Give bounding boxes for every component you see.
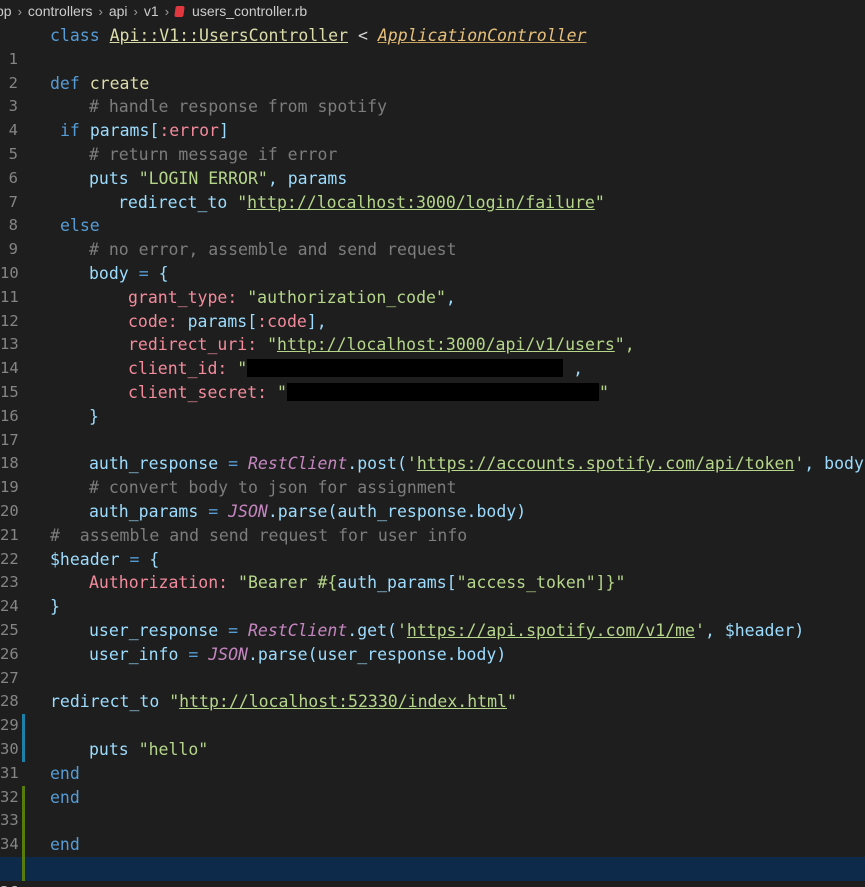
line-code: # return message if error [89,145,338,164]
line-code: grant_type: "authorization_code", [128,287,456,307]
ruby-file-icon [174,6,185,17]
code-line[interactable]: 33 end [0,785,865,829]
code-line[interactable]: 16 client_secret: " " [0,381,865,425]
code-line[interactable]: 13 code: params[:code], [0,310,865,354]
gutter-modified-marker[interactable] [22,738,25,762]
line-code: } [50,597,60,617]
line-code: puts "hello" [89,740,209,759]
line-code: class Api::V1::UsersController < Applica… [50,26,587,45]
gutter-modified-marker[interactable] [22,714,25,738]
line-code: def create [50,73,150,93]
code-line[interactable]: 18 [0,429,865,472]
line-code: end [50,835,80,855]
code-line[interactable]: 6 # return message if error [0,143,865,187]
line-code: # assemble and send request for user inf… [50,525,468,545]
line-code: client_secret: " " [128,383,609,402]
chevron-right-icon: › [133,4,138,19]
line-code: user_info = JSON.parse(user_response.bod… [89,644,507,664]
line-code: redirect_to "http://localhost:3000/login… [118,192,605,212]
chevron-right-icon: › [164,4,170,19]
code-line[interactable]: 8 redirect_to "http://localhost:3000/log… [0,191,865,235]
code-line[interactable]: 31 puts "hello" [0,738,865,782]
code-editor[interactable]: 1 class Api::V1::UsersController < Appli… [0,24,865,887]
code-line[interactable]: 23 $header = { [0,548,865,592]
gutter-added-marker[interactable] [22,785,25,810]
line-code: redirect_uri: "http://localhost:3000/api… [128,335,635,355]
line-code: $header = { [50,549,160,569]
gutter-added-marker[interactable] [22,833,25,857]
breadcrumb-file[interactable]: users_controller.rb [192,0,307,22]
line-code: } [89,406,99,426]
code-line[interactable]: 4 # handle response from spotify [0,95,865,139]
code-line[interactable]: 26 user_response = RestClient.get('https… [0,619,865,663]
code-line[interactable]: 24 Authorization: "Bearer #{auth_params[… [0,571,865,615]
code-line[interactable]: 2 [0,48,865,92]
code-line[interactable]: 11 body = { [0,262,865,306]
breadcrumb-item-v1[interactable]: v1 [144,0,159,22]
redacted-block [286,383,599,401]
code-line[interactable]: 14 redirect_uri: "http://localhost:3000/… [0,333,865,377]
code-line-active[interactable]: 36 [0,857,865,887]
code-line[interactable]: 12 grant_type: "authorization_code", [0,286,865,330]
code-line[interactable]: 21 auth_params = JSON.parse(auth_respons… [0,500,865,544]
code-line[interactable]: 25 } [0,595,865,639]
breadcrumb-item-controllers[interactable]: controllers [28,0,93,22]
code-line[interactable]: 17 } [0,405,865,449]
code-line[interactable]: 34 [0,809,865,853]
line-code: Authorization: "Bearer #{auth_params["ac… [89,573,626,593]
line-code: body = { [89,264,169,283]
code-line[interactable]: 15 client_id: " , [0,357,865,401]
line-code: redirect_to "http://localhost:52330/inde… [50,692,517,712]
code-line[interactable]: 29 redirect_to "http://localhost:52330/i… [0,690,865,734]
line-code: # convert body to json for assignment [89,478,457,498]
breadcrumb-item-api[interactable]: api [109,0,128,22]
line-code: auth_params = JSON.parse(auth_response.b… [89,502,527,521]
chevron-right-icon: › [17,4,22,19]
code-line[interactable]: 10 # no error, assemble and send request [0,238,865,282]
breadcrumb-item-app[interactable]: pp [0,0,12,22]
code-line[interactable]: 20 # convert body to json for assignment [0,476,865,520]
redacted-block [247,359,564,378]
line-number: 36 [0,881,19,887]
line-code: end [50,763,80,783]
code-line[interactable]: 28 [0,667,865,710]
code-line[interactable]: 5 if params[:error] [0,119,865,163]
chevron-right-icon: › [98,4,103,19]
line-code: # handle response from spotify [89,97,388,117]
code-line[interactable]: 9 else [0,214,865,258]
code-line[interactable]: 27 user_info = JSON.parse(user_response.… [0,643,865,687]
code-line[interactable]: 32 end [0,762,865,806]
code-line[interactable]: 35 end [0,833,865,877]
code-line[interactable]: 22 # assemble and send request for user … [0,524,865,568]
gutter-added-marker[interactable] [22,809,25,834]
line-code: auth_response = RestClient.post('https:/… [89,454,865,474]
code-line[interactable]: 1 class Api::V1::UsersController < Appli… [0,24,865,68]
line-code: end [50,787,80,807]
line-code: if params[:error] [60,121,229,141]
line-code: user_response = RestClient.get('https://… [89,621,805,640]
line-code: puts "LOGIN ERROR", params [89,168,348,188]
code-line[interactable]: 7 puts "LOGIN ERROR", params [0,167,865,211]
breadcrumb: pp › controllers › api › v1 › users_controller.r… [0,0,865,22]
line-code: else [60,216,100,236]
line-code: code: params[:code], [128,311,327,331]
code-line[interactable]: 30 [0,714,865,758]
code-line[interactable]: 3 def create [0,72,865,116]
gutter-added-marker[interactable] [22,857,25,881]
code-line[interactable]: 19 auth_response = RestClient.post('http… [0,452,865,496]
line-code: client_id: " , [128,359,584,379]
line-code: # no error, assemble and send request [89,240,457,260]
